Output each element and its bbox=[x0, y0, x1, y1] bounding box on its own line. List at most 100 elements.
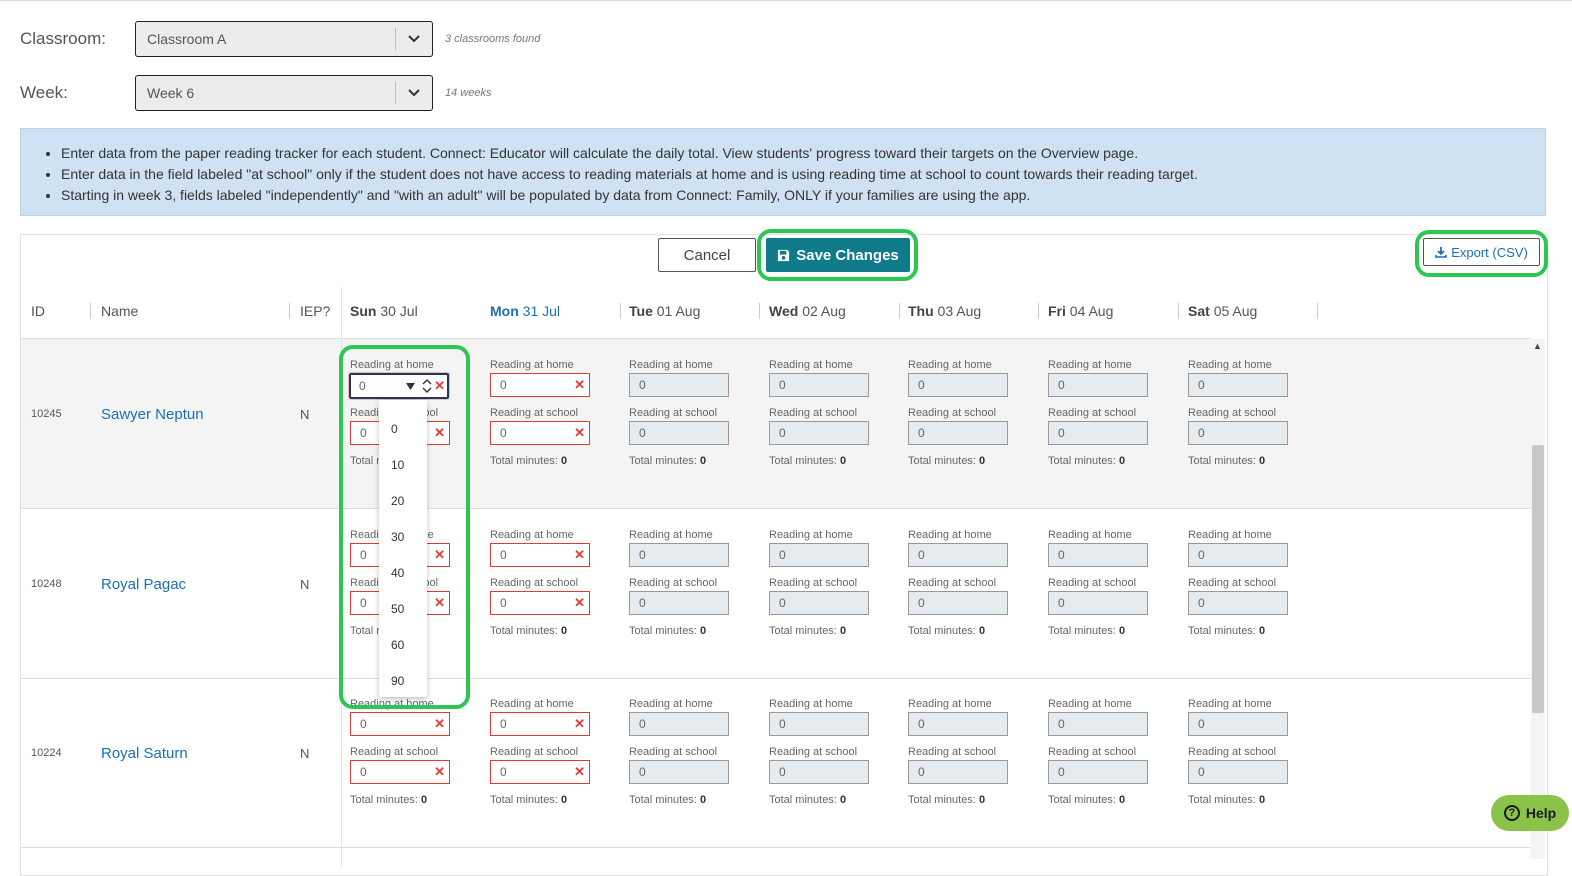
scroll-up-arrow-icon[interactable]: ▲ bbox=[1533, 341, 1542, 351]
clear-icon[interactable]: ✕ bbox=[574, 592, 585, 614]
reading-at-home-input: 0 bbox=[1188, 543, 1288, 567]
total-minutes-value: 0 bbox=[560, 794, 568, 806]
reading-at-home-input[interactable]: 0✕ bbox=[490, 373, 590, 397]
reading-at-school-input: 0 bbox=[629, 760, 729, 784]
clear-icon[interactable]: ✕ bbox=[434, 761, 445, 783]
clear-icon[interactable]: ✕ bbox=[574, 544, 585, 566]
dropdown-option[interactable]: 90 bbox=[391, 674, 404, 688]
header-separator bbox=[1317, 303, 1318, 319]
day-date: 04 Aug bbox=[1069, 303, 1114, 319]
input-value: 0 bbox=[360, 765, 367, 779]
clear-icon[interactable]: ✕ bbox=[574, 422, 585, 444]
day-date: 30 Jul bbox=[380, 303, 418, 319]
day-cell: Reading at home0✕Reading at school0✕Tota… bbox=[490, 698, 610, 818]
total-minutes: Total minutes: 0 bbox=[490, 455, 567, 467]
clear-icon[interactable]: ✕ bbox=[434, 375, 445, 397]
reading-at-school-input[interactable]: 0 ✕ bbox=[490, 421, 590, 445]
export-csv-button[interactable]: Export (CSV) bbox=[1423, 238, 1540, 266]
reading-at-home-label: Reading at home bbox=[490, 529, 574, 541]
reading-at-home-input[interactable]: 0✕ bbox=[490, 712, 590, 736]
scrollbar-thumb[interactable] bbox=[1532, 445, 1544, 713]
total-minutes-label: Total minutes: bbox=[629, 455, 697, 467]
reading-at-school-label: Reading at school bbox=[1188, 407, 1277, 419]
reading-at-school-label: Reading at school bbox=[908, 577, 997, 589]
top-border bbox=[0, 0, 1572, 1]
reading-at-school-input[interactable]: 0 ✕ bbox=[350, 760, 450, 784]
reading-at-home-label: Reading at home bbox=[908, 359, 992, 371]
save-button-label: Save Changes bbox=[796, 246, 899, 264]
clear-icon[interactable]: ✕ bbox=[434, 422, 445, 444]
total-minutes: Total minutes: 0 bbox=[1048, 455, 1125, 467]
day-of-week: Fri bbox=[1048, 303, 1066, 319]
help-button[interactable]: ? Help bbox=[1491, 795, 1569, 831]
input-value: 0 bbox=[639, 548, 646, 562]
dropdown-option[interactable]: 30 bbox=[391, 530, 404, 544]
student-name-link[interactable]: Royal Saturn bbox=[101, 745, 188, 762]
total-minutes-label: Total minutes: bbox=[1188, 625, 1256, 637]
reading-at-home-input-focused[interactable]: 0 ✕ bbox=[348, 372, 450, 400]
student-name-link[interactable]: Royal Pagac bbox=[101, 576, 186, 593]
clear-icon[interactable]: ✕ bbox=[574, 713, 585, 735]
input-value: 0 bbox=[1198, 765, 1205, 779]
input-value: 0 bbox=[1058, 765, 1065, 779]
reading-at-home-label: Reading at home bbox=[769, 359, 853, 371]
reading-at-home-label: Reading at home bbox=[1188, 529, 1272, 541]
input-value: 0 bbox=[1198, 378, 1205, 392]
input-value: 0 bbox=[360, 426, 367, 440]
cancel-button[interactable]: Cancel bbox=[658, 238, 756, 272]
input-value: 0 bbox=[360, 596, 367, 610]
input-value: 0 bbox=[639, 717, 646, 731]
floppy-disk-icon bbox=[778, 249, 790, 261]
reading-at-home-label: Reading at home bbox=[629, 359, 713, 371]
day-of-week: Wed bbox=[769, 303, 799, 319]
student-id: 10224 bbox=[31, 747, 62, 759]
dropdown-option[interactable]: 20 bbox=[391, 494, 404, 508]
total-minutes: Total minutes: 0 bbox=[490, 794, 567, 806]
reading-at-home-input: 0 bbox=[908, 712, 1008, 736]
student-name-link[interactable]: Sawyer Neptun bbox=[101, 406, 204, 423]
caret-down-icon bbox=[406, 383, 415, 390]
export-button-label: Export (CSV) bbox=[1451, 244, 1528, 260]
total-minutes-value: 0 bbox=[560, 625, 568, 637]
column-divider bbox=[341, 287, 342, 867]
reading-at-school-input[interactable]: 0 ✕ bbox=[490, 760, 590, 784]
input-value: 0 bbox=[500, 717, 507, 731]
dropdown-option[interactable]: 60 bbox=[391, 638, 404, 652]
column-header-day: Sun 30 Jul bbox=[350, 303, 418, 319]
reading-at-home-input[interactable]: 0✕ bbox=[490, 543, 590, 567]
reading-at-home-input[interactable]: 0✕ bbox=[350, 712, 450, 736]
week-label: Week: bbox=[20, 83, 68, 102]
student-id: 10245 bbox=[31, 408, 62, 420]
clear-icon[interactable]: ✕ bbox=[434, 592, 445, 614]
save-button[interactable]: Save Changes bbox=[766, 238, 910, 272]
clear-icon[interactable]: ✕ bbox=[434, 544, 445, 566]
total-minutes-value: 0 bbox=[1118, 794, 1126, 806]
day-cell: Reading at home0✕Reading at school0✕Tota… bbox=[490, 359, 610, 479]
week-select[interactable]: Week 6 bbox=[135, 75, 433, 111]
classroom-select[interactable]: Classroom A bbox=[135, 21, 433, 57]
clear-icon[interactable]: ✕ bbox=[574, 761, 585, 783]
dropdown-option[interactable]: 10 bbox=[391, 458, 404, 472]
clear-icon[interactable]: ✕ bbox=[434, 713, 445, 735]
reading-at-school-input[interactable]: 0 ✕ bbox=[490, 591, 590, 615]
clear-icon[interactable]: ✕ bbox=[574, 374, 585, 396]
dropdown-option[interactable]: 40 bbox=[391, 566, 404, 580]
reading-at-school-input: 0 bbox=[629, 591, 729, 615]
student-iep: N bbox=[300, 407, 310, 422]
total-minutes-label: Total minutes: bbox=[1048, 625, 1116, 637]
dropdown-option[interactable]: 0 bbox=[391, 422, 398, 436]
total-minutes: Total minutes: 0 bbox=[908, 794, 985, 806]
day-cell: Reading at home 0 Reading at school 0 Total … bbox=[769, 529, 889, 649]
input-value: 0 bbox=[918, 548, 925, 562]
total-minutes-label: Total minutes: bbox=[769, 625, 837, 637]
spinner-arrows-icon[interactable] bbox=[422, 378, 432, 394]
day-of-week: Mon bbox=[490, 303, 519, 319]
total-minutes: Total minutes: 0 bbox=[1048, 794, 1125, 806]
input-value: 0 bbox=[779, 378, 786, 392]
student-id: 10248 bbox=[31, 578, 62, 590]
total-minutes-value: 0 bbox=[560, 455, 568, 467]
total-minutes-value: 0 bbox=[839, 625, 847, 637]
select-divider bbox=[395, 28, 396, 50]
input-value: 0 bbox=[779, 596, 786, 610]
dropdown-option[interactable]: 50 bbox=[391, 602, 404, 616]
